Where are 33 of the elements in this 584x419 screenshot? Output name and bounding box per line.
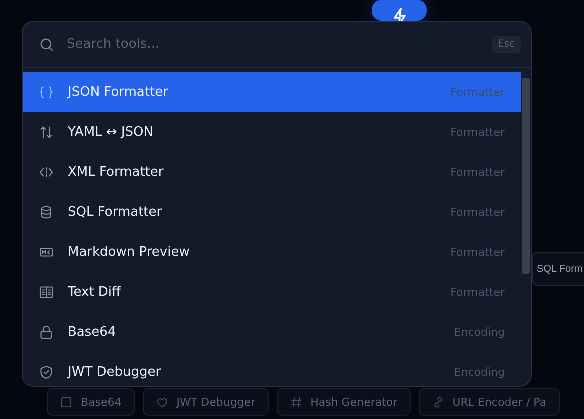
- square-icon: [60, 396, 73, 408]
- shield-icon: [39, 364, 54, 380]
- category-label: Formatter: [450, 246, 505, 258]
- database-icon: [39, 204, 54, 220]
- category-label: Formatter: [450, 206, 505, 218]
- tool-item[interactable]: SQL Formatter Formatter: [23, 192, 521, 232]
- heart-icon: [156, 396, 169, 408]
- category-label: Formatter: [450, 166, 505, 178]
- tool-card[interactable]: SQL Form: [532, 252, 584, 286]
- braces-icon: [39, 84, 54, 100]
- esc-key-hint: Esc: [492, 36, 521, 53]
- app-logo[interactable]: [372, 0, 427, 21]
- tool-item[interactable]: Text Diff Formatter: [23, 272, 521, 312]
- book-icon: [39, 284, 54, 300]
- arrows-icon: [39, 124, 54, 140]
- lock-icon: [39, 324, 54, 340]
- category-label: Encoding: [454, 366, 505, 378]
- code-icon: [39, 164, 54, 180]
- search-icon: [39, 36, 55, 52]
- search-field[interactable]: Search tools...: [67, 37, 480, 52]
- category-label: Formatter: [450, 126, 505, 138]
- category-label: Formatter: [450, 86, 505, 98]
- category-label: Formatter: [450, 286, 505, 298]
- scrollbar-thumb[interactable]: [522, 78, 530, 274]
- tool-item[interactable]: JSON Formatter Formatter: [23, 72, 521, 112]
- hash-icon: [290, 396, 303, 408]
- tool-item[interactable]: Markdown Preview Formatter: [23, 232, 521, 272]
- tool-item[interactable]: YAML ↔ JSON Formatter: [23, 112, 521, 152]
- tool-item[interactable]: Base64 Encoding: [23, 312, 521, 352]
- link-icon: [432, 396, 445, 408]
- tool-item[interactable]: JWT Debugger Encoding: [23, 352, 521, 386]
- tool-item[interactable]: XML Formatter Formatter: [23, 152, 521, 192]
- category-label: Encoding: [454, 326, 505, 338]
